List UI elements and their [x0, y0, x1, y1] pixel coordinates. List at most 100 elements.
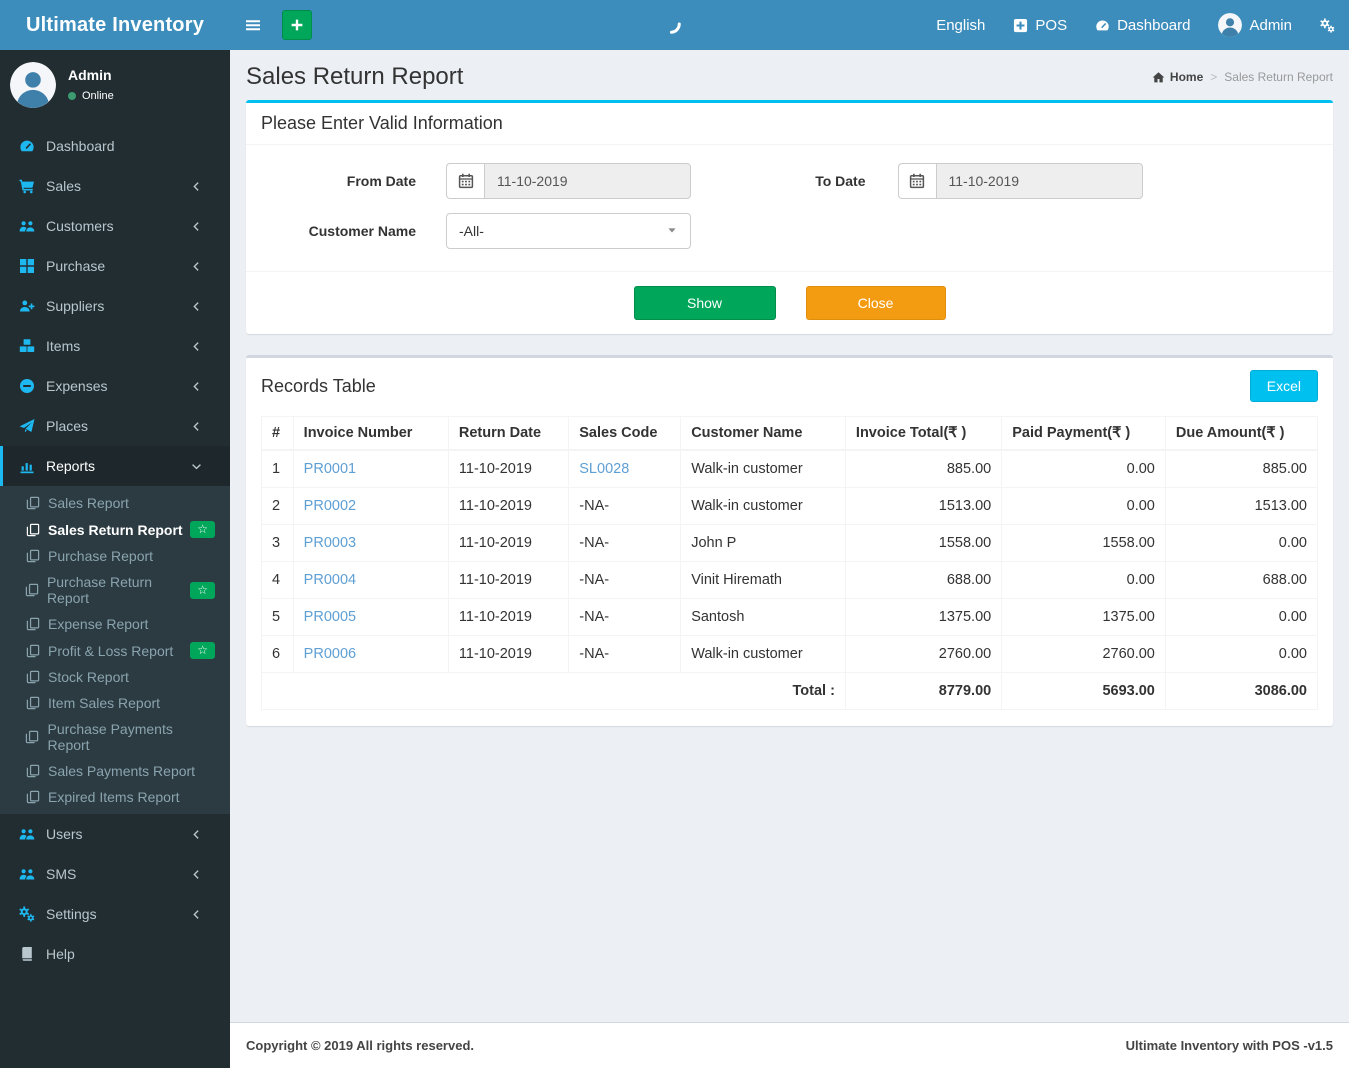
paper-plane-icon	[15, 418, 39, 434]
invoice-total: 1513.00	[844, 486, 1003, 525]
from-date-calendar-button[interactable]	[446, 163, 484, 199]
quick-add-button[interactable]	[282, 10, 312, 40]
invoice-number: PR0004	[292, 560, 449, 599]
records-panel: Records Table Excel # Invoice Number Retur…	[246, 355, 1333, 726]
star-badge: ☆	[190, 521, 215, 538]
sidebar-subitem-profit-loss-report[interactable]: Profit & Loss Report ☆	[0, 637, 230, 664]
sales-code: SL0028	[568, 449, 682, 488]
customer-name: John P	[680, 523, 846, 562]
invoice-number-link[interactable]: PR0002	[304, 498, 356, 514]
sidebar-subitem-expired-items-report[interactable]: Expired Items Report	[0, 784, 230, 810]
excel-export-button[interactable]: Excel	[1249, 370, 1318, 402]
column-header-paid-payment: Paid Payment(₹ )	[1001, 416, 1166, 451]
book-icon	[15, 946, 39, 962]
sidebar-subitem-label: Sales Return Report	[48, 521, 183, 538]
sidebar-item-items[interactable]: Items	[0, 326, 230, 366]
paid-payment: 0.00	[1001, 449, 1166, 488]
sidebar-subitem-sales-report[interactable]: Sales Report	[0, 490, 230, 516]
row-number: 5	[261, 597, 294, 636]
online-dot-icon	[68, 92, 76, 100]
column-header-customer-name: Customer Name	[680, 416, 846, 451]
copy-icon	[22, 670, 43, 684]
sidebar-subitem-label: Stock Report	[48, 669, 129, 685]
records-table: # Invoice Number Return Date Sales Code Cust…	[261, 416, 1319, 710]
sidebar-toggle-button[interactable]	[230, 0, 276, 50]
settings-menu[interactable]	[1306, 0, 1349, 50]
language-label: English	[936, 16, 986, 34]
sidebar-item-label: Customers	[46, 218, 114, 234]
dashboard-link[interactable]: Dashboard	[1081, 0, 1204, 50]
sidebar: Admin Online Dashboard Sales Customers Purc…	[0, 50, 230, 1068]
sidebar-item-settings[interactable]: Settings	[0, 894, 230, 934]
invoice-total: 885.00	[844, 449, 1003, 488]
sidebar-item-customers[interactable]: Customers	[0, 206, 230, 246]
sidebar-subitem-sales-return-report[interactable]: Sales Return Report ☆	[0, 516, 230, 543]
sidebar-item-purchase[interactable]: Purchase	[0, 246, 230, 286]
sales-code-link[interactable]: SL0028	[579, 461, 629, 477]
close-button[interactable]: Close	[805, 286, 946, 320]
sidebar-item-help[interactable]: Help	[0, 934, 230, 974]
sidebar-item-expenses[interactable]: Expenses	[0, 366, 230, 406]
breadcrumb-separator: >	[1210, 70, 1218, 84]
invoice-number-link[interactable]: PR0001	[304, 461, 356, 477]
sidebar-subitem-purchase-report[interactable]: Purchase Report	[0, 543, 230, 569]
return-date: 11-10-2019	[447, 634, 570, 673]
sidebar-user-name: Admin	[68, 67, 112, 83]
sidebar-subitem-expense-report[interactable]: Expense Report	[0, 611, 230, 637]
sidebar-item-dashboard[interactable]: Dashboard	[0, 126, 230, 166]
show-button[interactable]: Show	[633, 286, 776, 320]
minus-circle-icon	[15, 378, 39, 394]
customer-name-row: Customer Name -All-	[256, 213, 790, 249]
sidebar-subitem-item-sales-report[interactable]: Item Sales Report	[0, 690, 230, 716]
breadcrumb-home-link[interactable]: Home	[1152, 70, 1203, 84]
from-date-label: From Date	[346, 173, 416, 189]
sidebar-item-places[interactable]: Places	[0, 406, 230, 446]
return-date: 11-10-2019	[447, 523, 570, 562]
sidebar-item-label: Dashboard	[46, 138, 115, 154]
sidebar-item-label: Users	[46, 826, 83, 842]
row-number: 4	[261, 560, 294, 599]
sidebar-item-sales[interactable]: Sales	[0, 166, 230, 206]
customer-name: Walk-in customer	[680, 486, 846, 525]
sidebar-item-suppliers[interactable]: Suppliers	[0, 286, 230, 326]
invoice-number-link[interactable]: PR0005	[304, 609, 356, 625]
sidebar-user-status[interactable]: Online	[68, 90, 114, 102]
from-date-input[interactable]	[484, 163, 691, 199]
sidebar-item-users[interactable]: Users	[0, 814, 230, 854]
sidebar-subitem-label: Expense Report	[48, 616, 149, 632]
invoice-number-link[interactable]: PR0004	[304, 572, 356, 588]
sidebar-item-label: Places	[46, 418, 89, 434]
chevron-left-icon	[184, 421, 208, 432]
sidebar-item-label: SMS	[46, 866, 77, 882]
invoice-number-link[interactable]: PR0003	[304, 535, 356, 551]
column-header-sales-code: Sales Code	[568, 416, 682, 451]
dashboard-icon	[15, 138, 39, 154]
pos-link[interactable]: POS	[999, 0, 1081, 50]
to-date-calendar-button[interactable]	[897, 163, 936, 199]
copy-icon	[22, 617, 43, 631]
customer-name-label: Customer Name	[308, 223, 416, 239]
sidebar-item-sms[interactable]: SMS	[0, 854, 230, 894]
sidebar-item-reports[interactable]: Reports	[0, 446, 230, 486]
sales-code: -NA-	[568, 486, 682, 525]
sidebar-menu: Dashboard Sales Customers Purchase Suppliers…	[0, 126, 230, 974]
sidebar-subitem-stock-report[interactable]: Stock Report	[0, 664, 230, 690]
sidebar-item-label: Items	[46, 338, 81, 354]
customer-name-select[interactable]: -All-	[446, 213, 691, 249]
user-menu[interactable]: Admin	[1204, 0, 1306, 50]
sidebar-subitem-sales-payments-report[interactable]: Sales Payments Report	[0, 758, 230, 784]
sidebar-subitem-purchase-return-report[interactable]: Purchase Return Report ☆	[0, 569, 230, 611]
customer-name: Santosh	[680, 597, 846, 636]
language-menu[interactable]: English	[922, 0, 999, 50]
customer-name: Walk-in customer	[680, 634, 846, 673]
sidebar-subitem-purchase-payments-report[interactable]: Purchase Payments Report	[0, 716, 230, 758]
brand-logo[interactable]: Ultimate Inventory	[0, 0, 230, 50]
bar-chart-icon	[15, 458, 39, 474]
calendar-icon	[458, 173, 474, 189]
to-date-input[interactable]	[935, 163, 1143, 199]
column-header-due-amount: Due Amount(₹ )	[1164, 416, 1319, 451]
paid-payment: 2760.00	[1001, 634, 1166, 673]
due-amount: 688.00	[1164, 560, 1319, 599]
records-table-wrapper: # Invoice Number Return Date Sales Code Cust…	[246, 416, 1333, 716]
invoice-number-link[interactable]: PR0006	[304, 646, 356, 662]
